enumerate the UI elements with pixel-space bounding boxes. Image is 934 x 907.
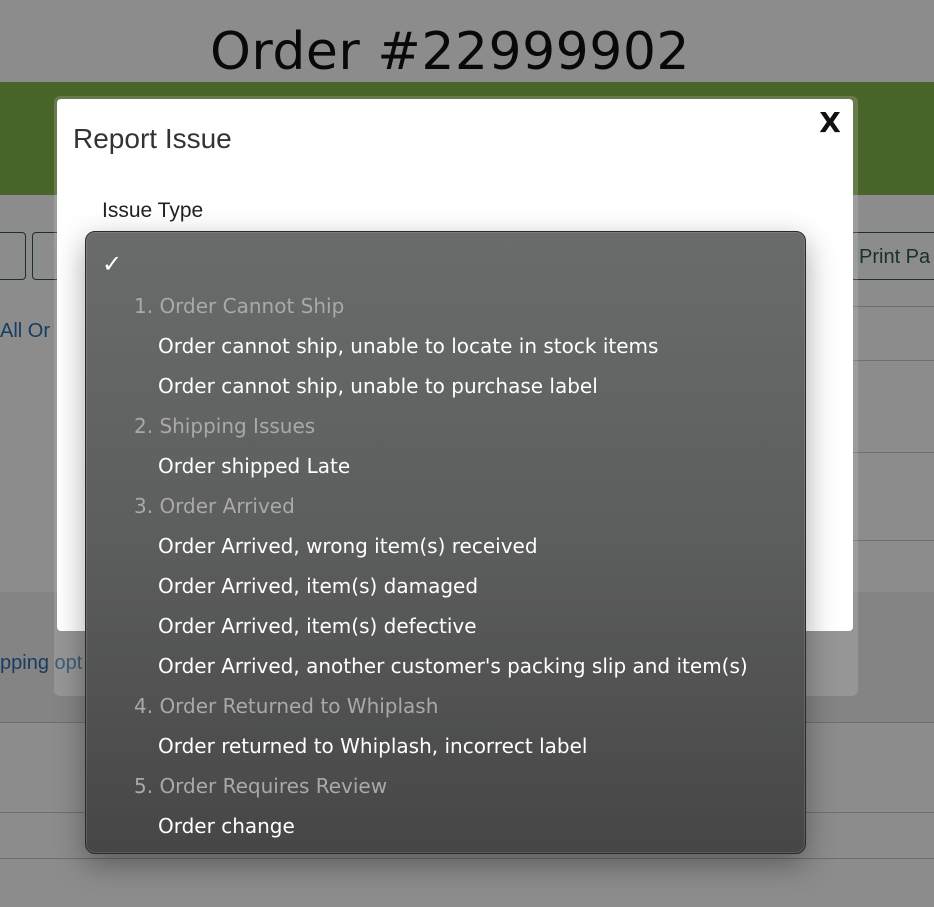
dropdown-option[interactable]: Order shipped Late (86, 446, 805, 486)
modal-title: Report Issue (73, 123, 232, 154)
dropdown-group-label: 5. Order Requires Review (134, 774, 388, 798)
dropdown-option[interactable]: Order cannot ship, unable to purchase la… (86, 366, 805, 406)
checkmark-icon: ✓ (102, 250, 123, 278)
dropdown-group-label: 4. Order Returned to Whiplash (134, 694, 439, 718)
close-button[interactable]: X (815, 105, 845, 141)
dropdown-group-label: 1. Order Cannot Ship (134, 294, 345, 318)
dropdown-option[interactable]: Order returned to Whiplash, incorrect la… (86, 726, 805, 766)
issue-type-dropdown[interactable]: ✓ 1. Order Cannot Ship Order cannot ship,… (85, 231, 806, 854)
dropdown-group-label: 3. Order Arrived (134, 494, 295, 518)
dropdown-option[interactable]: Order Arrived, another customer's packin… (86, 646, 805, 686)
dropdown-option[interactable]: Order cannot ship, unable to locate in s… (86, 326, 805, 366)
dropdown-option[interactable]: Order Arrived, item(s) damaged (86, 566, 805, 606)
dropdown-group-label: 2. Shipping Issues (134, 414, 316, 438)
dropdown-option[interactable]: Order change (86, 806, 805, 846)
dropdown-option[interactable]: Order Arrived, item(s) defective (86, 606, 805, 646)
dropdown-option[interactable]: Order Arrived, wrong item(s) received (86, 526, 805, 566)
issue-type-label: Issue Type (102, 199, 204, 222)
